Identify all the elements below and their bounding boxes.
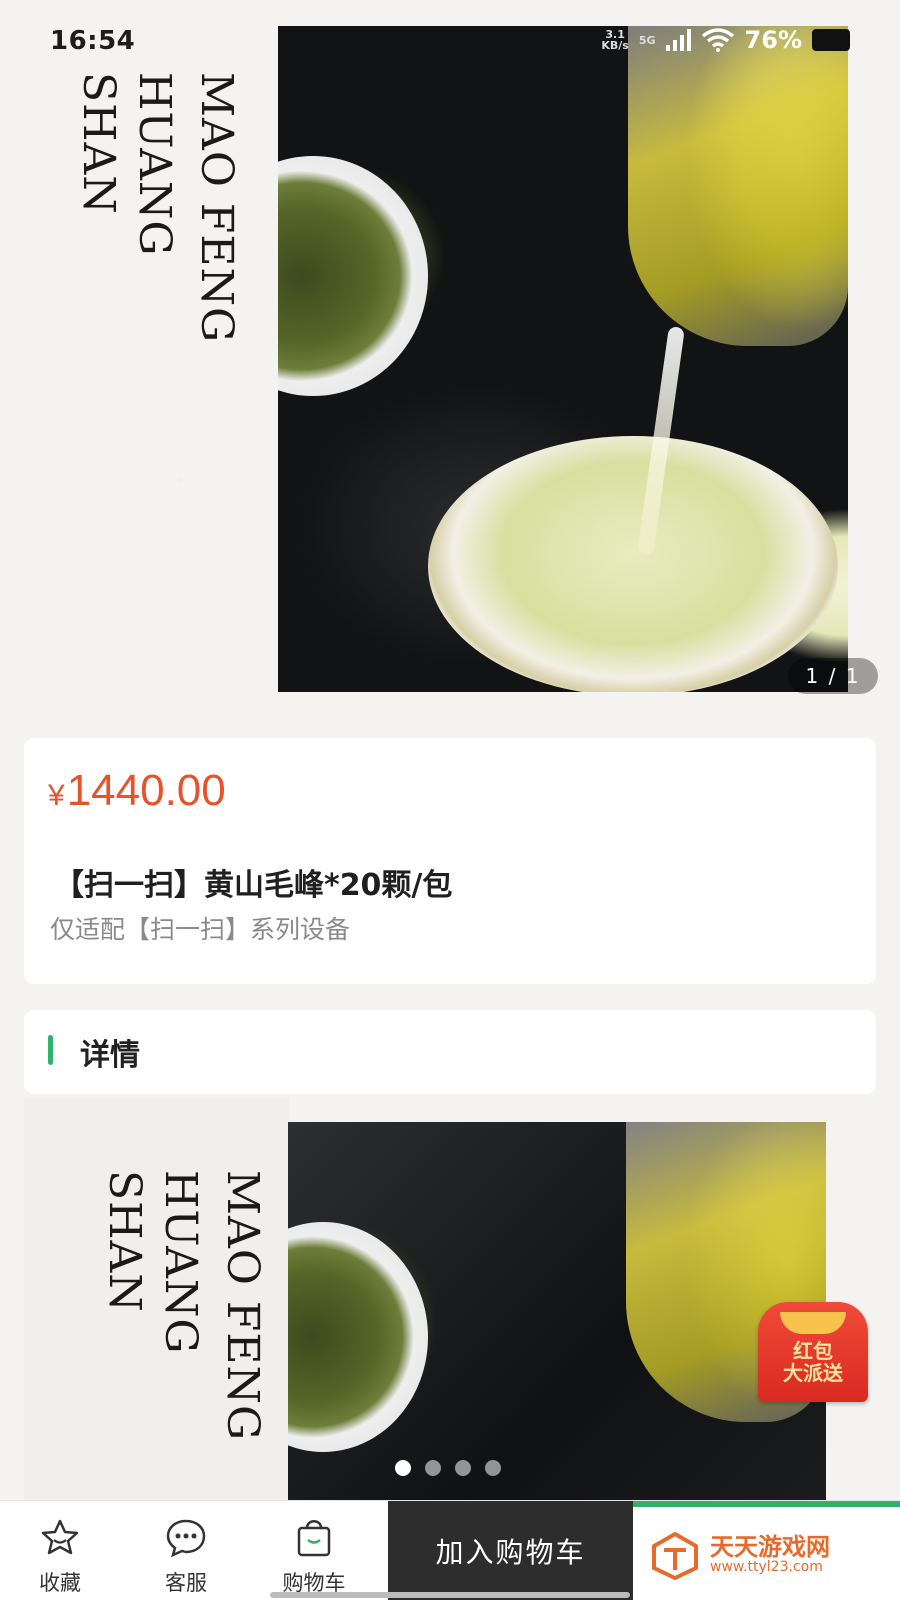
status-icons: 3.1 KB/s 5G 76% <box>601 26 850 54</box>
wifi-icon <box>701 28 734 52</box>
star-icon <box>41 1519 79 1555</box>
image-counter: 1 / 1 <box>788 658 878 694</box>
hero-title-line1: HUANG SHAN <box>73 72 180 257</box>
carousel-dot[interactable] <box>425 1460 441 1476</box>
tea-leaves-plate <box>278 156 428 396</box>
favorite-button[interactable]: 收藏 <box>10 1515 110 1597</box>
hero-title: HUANG SHAN MAO FENG <box>70 72 242 392</box>
tea-cup <box>428 436 838 692</box>
carousel-dot[interactable] <box>455 1460 471 1476</box>
customer-service-label: 客服 <box>165 1571 207 1595</box>
signal-icon <box>665 29 691 51</box>
chat-icon <box>166 1519 206 1558</box>
detail-title-line1: HUANG SHAN <box>99 1170 206 1355</box>
red-packet-button[interactable]: 红包 大派送 <box>758 1302 868 1402</box>
site-watermark: 天天游戏网 www.ttyl23.com <box>650 1530 830 1580</box>
product-subtitle: 仅适配【扫一扫】系列设备 <box>50 915 351 944</box>
network-speed-unit: KB/s <box>601 39 629 52</box>
carousel-dot[interactable] <box>395 1460 411 1476</box>
detail-image[interactable] <box>288 1122 826 1500</box>
network-type: 5G <box>638 33 656 47</box>
detail-label: 详情 <box>80 1038 140 1073</box>
customer-service-button[interactable]: 客服 <box>136 1515 236 1597</box>
product-page: HUANG SHAN MAO FENG 1 / 1 16:54 3.1 KB/s… <box>0 0 900 1600</box>
glass-pitcher <box>628 26 848 346</box>
hero-product-image[interactable] <box>278 26 848 692</box>
tea-leaves-plate <box>288 1222 428 1452</box>
battery-icon <box>812 29 850 51</box>
detail-accent-bar <box>48 1035 53 1065</box>
detail-title-line2: MAO FENG <box>217 1170 268 1442</box>
watermark-logo-icon <box>652 1531 698 1580</box>
product-info-card: ¥1440.00 【扫一扫】黄山毛峰*20颗/包 仅适配【扫一扫】系列设备 <box>24 738 876 984</box>
watermark-url: www.ttyl23.com <box>710 1559 823 1575</box>
watermark-name: 天天游戏网 <box>710 1533 830 1561</box>
battery-percent: 76% <box>744 26 802 54</box>
detail-image-title: HUANG SHAN MAO FENG <box>96 1170 270 1460</box>
red-packet-line1: 红包 <box>793 1339 833 1363</box>
cart-button[interactable]: 购物车 <box>264 1515 364 1597</box>
status-time: 16:54 <box>50 26 136 56</box>
hero-title-line2: MAO FENG <box>191 72 242 344</box>
red-packet-line2: 大派送 <box>783 1361 843 1385</box>
add-to-cart-button[interactable]: 加入购物车 <box>388 1501 633 1600</box>
favorite-label: 收藏 <box>39 1571 81 1595</box>
product-price: ¥1440.00 <box>48 766 226 816</box>
product-title: 【扫一扫】黄山毛峰*20颗/包 <box>54 868 453 903</box>
price-value: 1440.00 <box>66 766 226 815</box>
home-indicator <box>270 1592 630 1598</box>
carousel-dot[interactable] <box>485 1460 501 1476</box>
shopping-bag-icon <box>297 1520 331 1557</box>
carousel-dots <box>395 1460 501 1476</box>
network-speed: 3.1 KB/s <box>601 29 628 51</box>
currency-symbol: ¥ <box>48 779 65 812</box>
detail-section-header: 详情 <box>24 1010 876 1094</box>
